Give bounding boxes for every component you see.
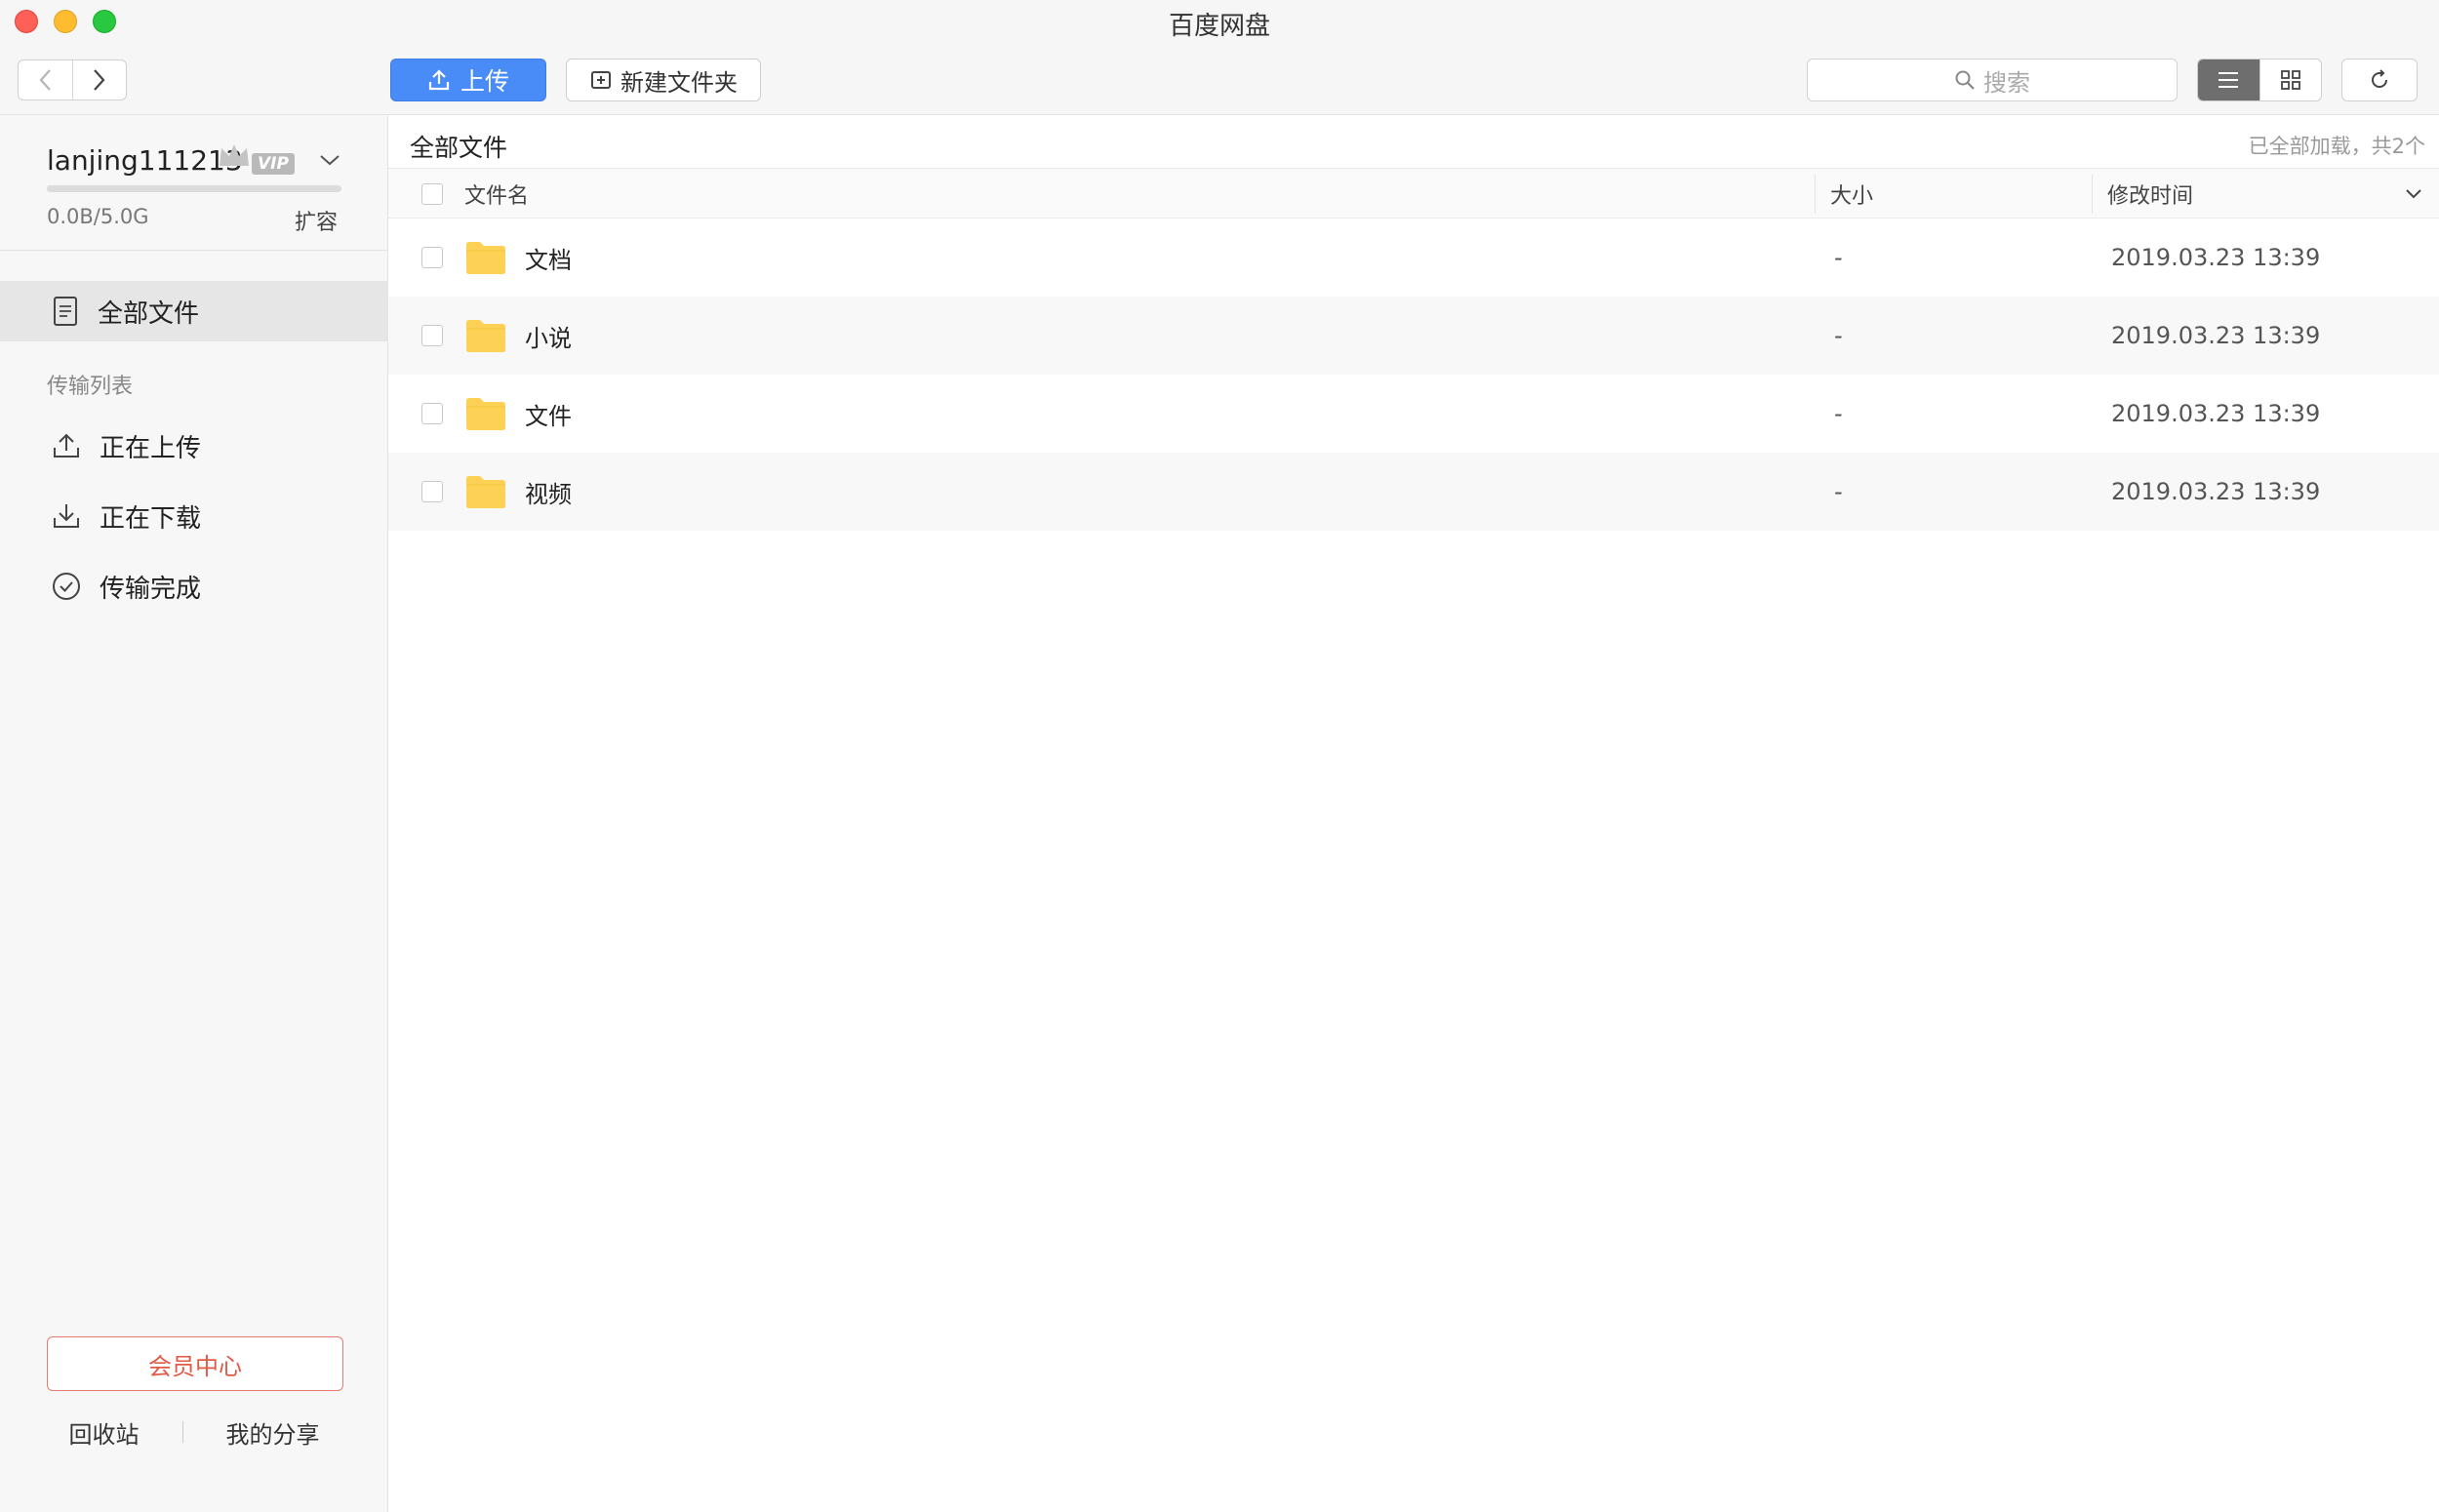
sidebar-item-downloading[interactable]: 正在下载 <box>0 486 388 546</box>
list-view-button[interactable] <box>2198 60 2259 100</box>
file-size: - <box>1834 244 1843 271</box>
sort-chevron[interactable] <box>2404 169 2423 219</box>
row-checkbox[interactable] <box>421 481 443 502</box>
column-separator <box>1815 175 1816 214</box>
file-modified: 2019.03.23 13:39 <box>2111 400 2321 427</box>
file-panel: 全部文件 已全部加载，共2个 文件名 大小 修改时间 文档 - 2019.03.… <box>388 115 2439 1512</box>
grid-view-button[interactable] <box>2259 60 2322 100</box>
folder-icon <box>466 476 505 508</box>
upload-button[interactable]: 上传 <box>390 59 546 101</box>
table-row[interactable]: 文档 - 2019.03.23 13:39 <box>388 219 2439 297</box>
file-modified: 2019.03.23 13:39 <box>2111 322 2321 349</box>
new-folder-label: 新建文件夹 <box>620 68 738 97</box>
folder-icon-cell <box>464 219 507 297</box>
row-checkbox[interactable] <box>421 247 443 268</box>
view-switcher <box>2197 59 2322 101</box>
column-modified[interactable]: 修改时间 <box>2107 169 2193 219</box>
window-title: 百度网盘 <box>1168 12 1270 41</box>
sidebar-item-uploading[interactable]: 正在上传 <box>0 416 388 476</box>
recycle-bin-link[interactable]: 回收站 <box>69 1415 140 1450</box>
refresh-icon <box>2372 69 2387 88</box>
table-row[interactable]: 视频 - 2019.03.23 13:39 <box>388 453 2439 531</box>
file-name: 文件 <box>525 402 572 430</box>
sidebar-divider <box>0 250 388 251</box>
column-name[interactable]: 文件名 <box>464 169 529 219</box>
quota-text: 0.0B/5.0G <box>47 205 149 228</box>
row-checkbox[interactable] <box>421 325 443 346</box>
expand-storage-link[interactable]: 扩容 <box>295 205 338 236</box>
file-size: - <box>1834 322 1843 349</box>
sidebar-item-label: 传输完成 <box>100 574 202 604</box>
upload-icon <box>428 69 450 91</box>
folder-icon-cell <box>464 297 507 375</box>
sidebar-item-label: 正在下载 <box>100 503 202 534</box>
file-modified: 2019.03.23 13:39 <box>2111 244 2321 271</box>
file-modified: 2019.03.23 13:39 <box>2111 478 2321 505</box>
grid-view-icon <box>2280 70 2300 90</box>
folder-icon-cell <box>464 375 507 453</box>
transfer-section-label: 传输列表 <box>47 375 134 399</box>
table-row[interactable]: 文件 - 2019.03.23 13:39 <box>388 375 2439 453</box>
history-nav <box>18 60 127 100</box>
file-size: - <box>1834 400 1843 427</box>
vip-badge: VIP <box>252 153 295 175</box>
chevron-left-icon <box>39 69 52 91</box>
vip-center-button[interactable]: 会员中心 <box>47 1336 343 1391</box>
list-view-icon <box>2219 72 2239 88</box>
new-folder-button[interactable]: 新建文件夹 <box>566 59 761 101</box>
folder-icon-cell <box>464 453 507 531</box>
sidebar-footer: 回收站 我的分享 <box>0 1413 388 1452</box>
select-all-checkbox[interactable] <box>421 183 443 205</box>
folder-icon <box>466 320 505 352</box>
refresh-button[interactable] <box>2341 59 2418 101</box>
footer-separator <box>181 1421 183 1443</box>
select-all-checkbox-cell <box>421 169 443 219</box>
folder-icon <box>466 398 505 430</box>
my-share-link[interactable]: 我的分享 <box>226 1415 320 1450</box>
file-name: 文档 <box>525 246 572 274</box>
sidebar: lanjing111213 VIP 0.0B/5.0G 扩容 全部文件 传输列表… <box>0 115 388 1512</box>
column-separator <box>2092 175 2093 214</box>
chevron-right-icon <box>93 69 105 91</box>
new-folder-icon <box>591 71 611 89</box>
username[interactable]: lanjing111213 <box>47 144 243 177</box>
check-circle-icon <box>53 573 80 600</box>
sidebar-item-all-files[interactable]: 全部文件 <box>0 281 388 341</box>
file-name: 视频 <box>525 480 572 508</box>
file-size: - <box>1834 478 1843 505</box>
column-size[interactable]: 大小 <box>1830 169 1873 219</box>
load-status: 已全部加载，共2个 <box>2248 135 2425 158</box>
sidebar-item-label: 正在上传 <box>100 433 202 463</box>
breadcrumb[interactable]: 全部文件 <box>410 129 507 164</box>
crown-icon <box>220 144 249 166</box>
download-icon <box>54 504 79 528</box>
search-placeholder: 搜索 <box>1983 68 2030 97</box>
table-row[interactable]: 小说 - 2019.03.23 13:39 <box>388 297 2439 375</box>
row-checkbox-cell <box>421 297 443 375</box>
quota-bar <box>47 185 341 192</box>
row-checkbox-cell <box>421 375 443 453</box>
app-window: 百度网盘 上传 新建文件夹 搜索 lanjing111213 VIP 0.0B/… <box>0 0 2439 1512</box>
back-button[interactable] <box>19 60 72 99</box>
upload-label: 上传 <box>460 67 509 96</box>
file-name: 小说 <box>525 324 572 352</box>
row-checkbox-cell <box>421 453 443 531</box>
table-header: 文件名 大小 修改时间 <box>388 168 2439 219</box>
upload-icon <box>54 433 79 458</box>
row-checkbox[interactable] <box>421 403 443 424</box>
sidebar-item-transfer-done[interactable]: 传输完成 <box>0 556 388 617</box>
forward-button[interactable] <box>71 60 127 99</box>
folder-icon <box>466 242 505 274</box>
search-icon <box>1955 70 1975 90</box>
chevron-down-icon <box>2406 189 2421 199</box>
toolbar: 百度网盘 上传 新建文件夹 搜索 <box>0 0 2439 115</box>
document-icon <box>54 297 77 326</box>
row-checkbox-cell <box>421 219 443 297</box>
sidebar-item-label: 全部文件 <box>98 298 200 329</box>
chevron-down-icon[interactable] <box>318 152 341 168</box>
search-input[interactable]: 搜索 <box>1807 59 2178 101</box>
